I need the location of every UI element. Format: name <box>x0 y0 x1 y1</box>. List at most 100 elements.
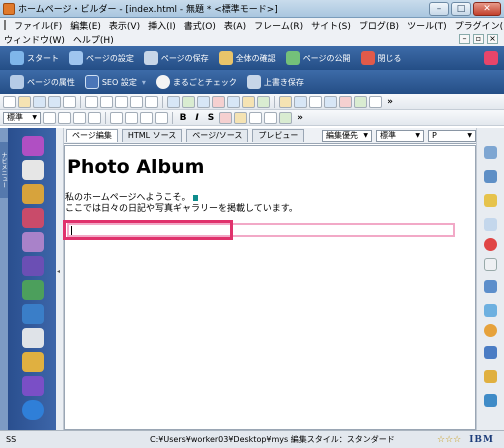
numbered-list-icon[interactable] <box>125 111 138 124</box>
page-save-button[interactable]: ページの保存 <box>143 51 209 65</box>
paragraph-style-select[interactable]: 標準 ▼ <box>3 111 41 124</box>
tab-preview[interactable]: プレビュー <box>252 129 305 142</box>
mdi-restore-button[interactable]: ▫ <box>473 34 484 44</box>
edit-priority-select[interactable]: 編集優先 ▼ <box>322 129 372 142</box>
open-folder-icon[interactable] <box>18 95 31 108</box>
menu-table[interactable]: 表(A) <box>224 19 246 32</box>
web-art-icon[interactable] <box>242 95 255 108</box>
image-list-icon[interactable] <box>484 346 497 359</box>
tag-select[interactable]: P ▼ <box>428 129 476 142</box>
layer-icon[interactable] <box>22 232 44 252</box>
insert-image-icon[interactable] <box>167 95 180 108</box>
grid-table-icon[interactable] <box>22 280 44 300</box>
outdent-icon[interactable] <box>140 111 153 124</box>
page-heading[interactable]: Photo Album <box>67 156 204 178</box>
font-larger-icon[interactable] <box>249 111 262 124</box>
text-style-icon[interactable] <box>22 136 44 156</box>
copy-icon[interactable] <box>100 95 113 108</box>
line-icon[interactable] <box>309 95 322 108</box>
page-properties-button[interactable]: ページの属性 <box>10 75 75 89</box>
maximize-button[interactable]: □ <box>451 2 471 16</box>
help-icon[interactable] <box>484 238 497 251</box>
globe-icon[interactable] <box>484 394 497 407</box>
page-settings-button[interactable]: ページの設定 <box>69 51 134 65</box>
site-icon[interactable] <box>484 170 497 183</box>
full-check-button[interactable]: まるごとチェック <box>155 75 237 89</box>
description-line[interactable]: ここでは日々の日記や写真ギャラリーを掲載しています。 <box>65 201 298 214</box>
shape-icon[interactable] <box>22 208 44 228</box>
menu-plugin[interactable]: プラグイン(P) <box>455 19 504 32</box>
map-icon[interactable] <box>484 370 497 383</box>
minimize-button[interactable]: – <box>429 2 449 16</box>
close-page-button[interactable]: 閉じる <box>360 51 402 65</box>
tab-html-source[interactable]: HTML ソース <box>121 129 183 142</box>
text-art-icon[interactable] <box>22 256 44 276</box>
menu-view[interactable]: 表示(V) <box>109 19 140 32</box>
menu-format[interactable]: 書式(O) <box>184 19 216 32</box>
start-button[interactable]: スタート <box>10 51 59 65</box>
insert-form-icon[interactable] <box>212 95 225 108</box>
align-left-icon[interactable] <box>43 111 56 124</box>
menu-frame[interactable]: フレーム(R) <box>254 19 303 32</box>
indent-icon[interactable] <box>155 111 168 124</box>
bullet-list-icon[interactable] <box>110 111 123 124</box>
preview-icon[interactable] <box>63 95 76 108</box>
align-center-icon[interactable] <box>58 111 71 124</box>
menu-blog[interactable]: ブログ(B) <box>359 19 399 32</box>
sun-icon[interactable] <box>484 324 497 337</box>
cut-icon[interactable] <box>85 95 98 108</box>
properties-icon[interactable] <box>484 218 497 231</box>
layout-icon[interactable] <box>354 95 367 108</box>
color-icon[interactable] <box>227 95 240 108</box>
pencil-icon[interactable] <box>279 95 292 108</box>
save-icon[interactable] <box>33 95 46 108</box>
document-icon[interactable] <box>484 258 497 271</box>
window-icon[interactable] <box>484 280 497 293</box>
justify-icon[interactable] <box>88 111 101 124</box>
tab-page-edit[interactable]: ページ編集 <box>66 129 118 142</box>
print-icon[interactable] <box>48 95 61 108</box>
globe-icon[interactable] <box>257 95 270 108</box>
form-icon[interactable] <box>22 328 44 348</box>
overwrite-save-button[interactable]: 上書き保存 <box>246 75 304 89</box>
chain-link-icon[interactable] <box>22 184 44 204</box>
menu-edit[interactable]: 編集(E) <box>70 19 101 32</box>
undo-icon[interactable] <box>130 95 143 108</box>
favorites-button[interactable] <box>484 51 498 65</box>
tag-icon[interactable] <box>339 95 352 108</box>
italic-icon[interactable]: I <box>191 113 203 123</box>
menu-help[interactable]: ヘルプ(H) <box>73 33 114 46</box>
grid-icon[interactable] <box>324 95 337 108</box>
page-editor[interactable]: Photo Album 私のホームページへようこそ。 ここでは日々の日記や写真ギ… <box>64 145 476 430</box>
button-icon[interactable] <box>22 304 44 324</box>
mdi-minimize-button[interactable]: – <box>459 34 470 44</box>
add-icon[interactable] <box>22 400 44 420</box>
page-publish-button[interactable]: ページの公開 <box>285 51 351 65</box>
chart-icon[interactable] <box>484 304 497 317</box>
menu-window[interactable]: ウィンドウ(W) <box>4 33 65 46</box>
paste-icon[interactable] <box>115 95 128 108</box>
redo-icon[interactable] <box>145 95 158 108</box>
menu-file[interactable]: ファイル(F) <box>14 19 62 32</box>
movie-icon[interactable] <box>22 352 44 372</box>
insert-table-icon[interactable] <box>197 95 210 108</box>
tab-page-source[interactable]: ページ/ソース <box>186 129 249 142</box>
font-smaller-icon[interactable] <box>264 111 277 124</box>
page-icon[interactable] <box>484 146 497 159</box>
display-mode-select[interactable]: 標準 ▼ <box>376 129 424 142</box>
folder-icon[interactable] <box>484 194 497 207</box>
speech-bubble-icon[interactable] <box>22 160 44 180</box>
image-icon[interactable] <box>294 95 307 108</box>
more-tools-icon[interactable]: » <box>384 97 396 107</box>
text-box-icon[interactable] <box>369 95 382 108</box>
navi-menu-tab[interactable]: ナビメニュー <box>0 142 8 198</box>
seo-settings-button[interactable]: SEO 設定 ▾ <box>84 75 146 89</box>
menu-tools[interactable]: ツール(T) <box>407 19 447 32</box>
mdi-close-button[interactable]: × <box>487 34 498 44</box>
bold-icon[interactable]: B <box>177 113 189 123</box>
overall-check-button[interactable]: 全体の確認 <box>218 51 276 65</box>
align-right-icon[interactable] <box>73 111 86 124</box>
highlight-icon[interactable] <box>234 111 247 124</box>
close-button[interactable]: ✕ <box>473 2 501 16</box>
new-file-icon[interactable] <box>3 95 16 108</box>
